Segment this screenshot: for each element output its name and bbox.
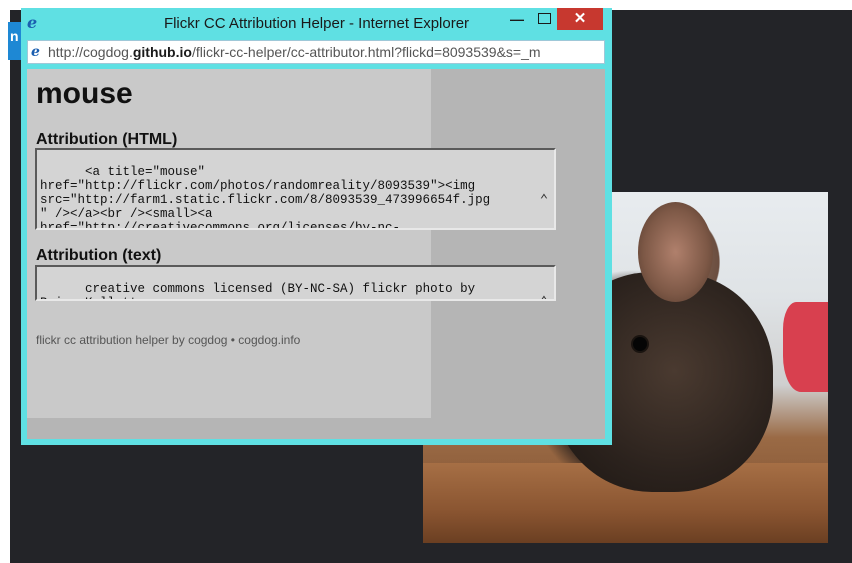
content-highlight [27, 69, 431, 418]
scroll-up-icon[interactable]: ⌃ [537, 295, 551, 299]
text-attribution-textarea[interactable]: creative commons licensed (BY-NC-SA) fli… [35, 265, 556, 301]
page-ie-icon: e [31, 44, 40, 60]
title-bar[interactable]: e Flickr CC Attribution Helper - Interne… [21, 8, 612, 38]
address-url[interactable]: http://cogdog.github.io/flickr-cc-helper… [48, 44, 541, 60]
text-scrollbar[interactable]: ⌃ ⌄ [537, 267, 551, 299]
minimize-button[interactable]: — [505, 8, 529, 30]
page-content: mouse Attribution (HTML) <a title="mouse… [27, 69, 605, 439]
ie-popup-window: e Flickr CC Attribution Helper - Interne… [21, 8, 612, 445]
photo-mouse-eye [633, 337, 647, 351]
maximize-icon [537, 13, 551, 24]
html-attribution-textarea[interactable]: <a title="mouse" href="http://flickr.com… [35, 148, 556, 230]
scroll-up-icon[interactable]: ⌃ [537, 192, 551, 210]
html-attribution-code: <a title="mouse" href="http://flickr.com… [40, 165, 491, 230]
html-scrollbar[interactable]: ⌃ ⌄ [537, 164, 551, 228]
minimize-icon: — [510, 11, 524, 27]
close-button[interactable]: ✕ [557, 8, 603, 30]
url-prefix: http://cogdog. [48, 44, 133, 60]
close-icon: ✕ [573, 10, 587, 27]
footer-credit[interactable]: flickr cc attribution helper by cogdog •… [36, 333, 300, 347]
html-attribution-heading: Attribution (HTML) [36, 131, 178, 148]
photo-mouse-ear [638, 202, 713, 302]
url-path: /flickr-cc-helper/cc-attributor.html?fli… [191, 44, 541, 60]
page-title: mouse [36, 77, 133, 110]
url-host: github.io [132, 44, 192, 60]
text-attribution-heading: Attribution (text) [36, 247, 162, 264]
address-bar[interactable]: e http://cogdog.github.io/flickr-cc-help… [27, 40, 605, 64]
text-attribution-code: creative commons licensed (BY-NC-SA) fli… [40, 282, 476, 299]
maximize-button[interactable] [532, 8, 556, 30]
background-tab-label: n [10, 28, 19, 44]
photo-red-object [783, 302, 828, 392]
